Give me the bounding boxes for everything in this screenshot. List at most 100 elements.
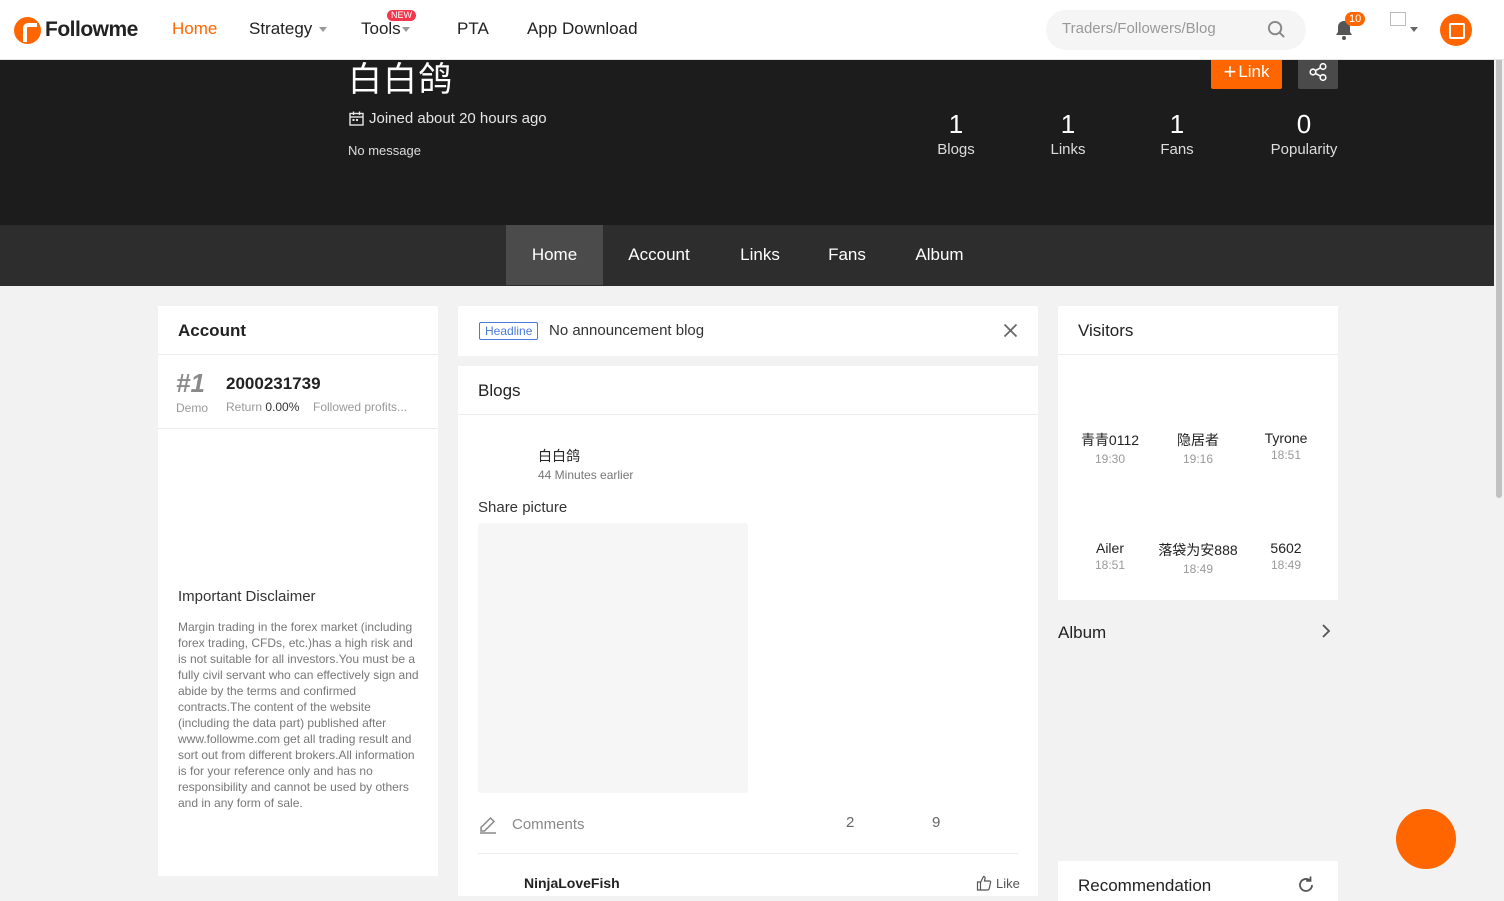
tab-home[interactable]: Home bbox=[506, 225, 603, 285]
blog-count-1[interactable]: 2 bbox=[846, 814, 854, 831]
comments-button[interactable]: Comments bbox=[478, 814, 585, 834]
account-return: Return 0.00% bbox=[226, 400, 299, 414]
profile-tabs: Home Account Links Fans Album bbox=[0, 225, 1504, 286]
headline-text: No announcement blog bbox=[549, 322, 705, 339]
visitor-time: 18:49 bbox=[1270, 558, 1302, 572]
account-return-label: Return bbox=[226, 400, 263, 414]
link-button-label: Link bbox=[1238, 62, 1270, 81]
divider bbox=[158, 428, 438, 429]
nav-pta[interactable]: PTA bbox=[457, 19, 489, 39]
account-rank: #1 bbox=[176, 368, 205, 398]
stat-links-label: Links bbox=[1050, 141, 1086, 158]
followme-logo[interactable]: Followme bbox=[14, 13, 138, 47]
floating-action-button[interactable] bbox=[1396, 809, 1456, 869]
visitor-item[interactable]: 5602 18:49 bbox=[1241, 540, 1331, 572]
album-title[interactable]: Album bbox=[1058, 623, 1106, 643]
visitor-item[interactable]: 落袋为安888 18:49 bbox=[1153, 540, 1243, 576]
disclaimer-title: Important Disclaimer bbox=[178, 588, 316, 605]
language-selector[interactable] bbox=[1390, 12, 1418, 32]
chevron-down-icon bbox=[1410, 27, 1418, 32]
logo-icon bbox=[14, 16, 41, 44]
like-label: Like bbox=[996, 875, 1020, 891]
search-input[interactable] bbox=[1062, 20, 1252, 37]
share-icon bbox=[1309, 62, 1327, 82]
stat-fans-label: Fans bbox=[1160, 141, 1194, 158]
visitor-item[interactable]: Tyrone 18:51 bbox=[1241, 430, 1331, 462]
stat-fans[interactable]: 1 Fans bbox=[1147, 110, 1207, 158]
visitor-time: 18:51 bbox=[1094, 558, 1126, 572]
tab-account[interactable]: Account bbox=[615, 225, 703, 285]
stat-links-value: 1 bbox=[1060, 109, 1076, 139]
nav-tools[interactable]: Tools NEW bbox=[361, 10, 416, 39]
top-navbar: Followme Home Strategy Tools NEW PTA App … bbox=[0, 0, 1504, 60]
tab-links[interactable]: Links bbox=[728, 225, 792, 285]
link-button[interactable]: + Link bbox=[1211, 55, 1282, 89]
stat-blogs-label: Blogs bbox=[937, 141, 975, 158]
account-id[interactable]: 2000231739 bbox=[226, 374, 321, 394]
visitors-card-title: Visitors bbox=[1058, 306, 1338, 355]
scrollbar-thumb[interactable] bbox=[1496, 28, 1502, 498]
close-icon[interactable] bbox=[1003, 323, 1018, 338]
chevron-down-icon bbox=[401, 27, 410, 33]
visitor-name: 青青0112 bbox=[1080, 432, 1140, 448]
nav-app-download[interactable]: App Download bbox=[527, 19, 638, 39]
logo-text: Followme bbox=[45, 18, 138, 41]
nav-strategy[interactable]: Strategy bbox=[249, 19, 328, 39]
stat-popularity-value: 0 bbox=[1296, 109, 1312, 139]
divider bbox=[478, 853, 1018, 854]
nav-strategy-label: Strategy bbox=[249, 19, 313, 38]
account-type: Demo bbox=[176, 401, 209, 415]
visitors-card: Visitors 青青0112 19:30 隐居者 19:16 Tyrone 18:5… bbox=[1058, 306, 1338, 600]
plus-icon: + bbox=[1223, 59, 1237, 84]
stat-links[interactable]: 1 Links bbox=[1038, 110, 1098, 158]
visitor-name: Ailer bbox=[1095, 540, 1124, 556]
new-badge: NEW bbox=[387, 10, 416, 21]
recommendation-title: Recommendation bbox=[1078, 876, 1212, 895]
blogs-card: Blogs 白白鸽 44 Minutes earlier Share pictu… bbox=[458, 366, 1038, 896]
search-box bbox=[1046, 10, 1306, 50]
blog-author[interactable]: 白白鸽 bbox=[538, 446, 580, 466]
stat-blogs[interactable]: 1 Blogs bbox=[926, 110, 986, 158]
nav-home[interactable]: Home bbox=[172, 19, 217, 39]
stat-popularity[interactable]: 0 Popularity bbox=[1264, 110, 1344, 158]
stat-blogs-value: 1 bbox=[948, 109, 964, 139]
tab-fans[interactable]: Fans bbox=[817, 225, 877, 285]
account-followed-profits: Followed profits... bbox=[313, 400, 408, 414]
share-button[interactable] bbox=[1298, 55, 1338, 89]
stat-fans-value: 1 bbox=[1169, 109, 1185, 139]
blog-image[interactable] bbox=[478, 523, 748, 793]
visitor-item[interactable]: 隐居者 19:16 bbox=[1153, 430, 1243, 466]
visitor-time: 19:16 bbox=[1182, 452, 1214, 466]
visitor-time: 18:49 bbox=[1182, 562, 1214, 576]
headline-tag: Headline bbox=[479, 322, 539, 340]
search-icon[interactable] bbox=[1267, 20, 1286, 39]
user-avatar[interactable] bbox=[1440, 14, 1472, 46]
profile-banner: 白白鸽 Joined about 20 hours ago No message… bbox=[0, 55, 1504, 225]
blog-text[interactable]: Share picture bbox=[478, 499, 567, 516]
chevron-down-icon bbox=[319, 27, 328, 33]
visitor-item[interactable]: Ailer 18:51 bbox=[1065, 540, 1155, 572]
tab-album[interactable]: Album bbox=[902, 225, 977, 285]
account-return-value: 0.00% bbox=[265, 400, 300, 414]
visitor-time: 18:51 bbox=[1270, 448, 1302, 462]
joined-text: Joined about 20 hours ago bbox=[369, 110, 547, 127]
blog-time: 44 Minutes earlier bbox=[538, 468, 634, 482]
blog-count-2[interactable]: 9 bbox=[932, 814, 940, 831]
visitor-item[interactable]: 青青0112 19:30 bbox=[1065, 430, 1155, 466]
visitor-name: Tyrone bbox=[1264, 430, 1308, 446]
headline-card: Headline No announcement blog bbox=[458, 306, 1038, 356]
refresh-icon[interactable] bbox=[1296, 875, 1316, 895]
visitor-name: 5602 bbox=[1270, 540, 1302, 556]
recommendation-card: Recommendation bbox=[1058, 861, 1338, 901]
account-card-title: Account bbox=[158, 306, 438, 355]
account-card: Account #1 Demo 2000231739 Return 0.00% … bbox=[158, 306, 438, 876]
stat-popularity-label: Popularity bbox=[1270, 141, 1338, 158]
edit-icon bbox=[480, 816, 496, 834]
chevron-right-icon[interactable] bbox=[1320, 624, 1332, 638]
profile-message: No message bbox=[348, 143, 421, 158]
disclaimer-text: Margin trading in the forex market (incl… bbox=[178, 620, 419, 810]
visitor-name: 隐居者 bbox=[1177, 432, 1219, 448]
joined-info: Joined about 20 hours ago bbox=[349, 110, 547, 127]
flag-icon bbox=[1390, 12, 1406, 26]
visitor-time: 19:30 bbox=[1094, 452, 1126, 466]
